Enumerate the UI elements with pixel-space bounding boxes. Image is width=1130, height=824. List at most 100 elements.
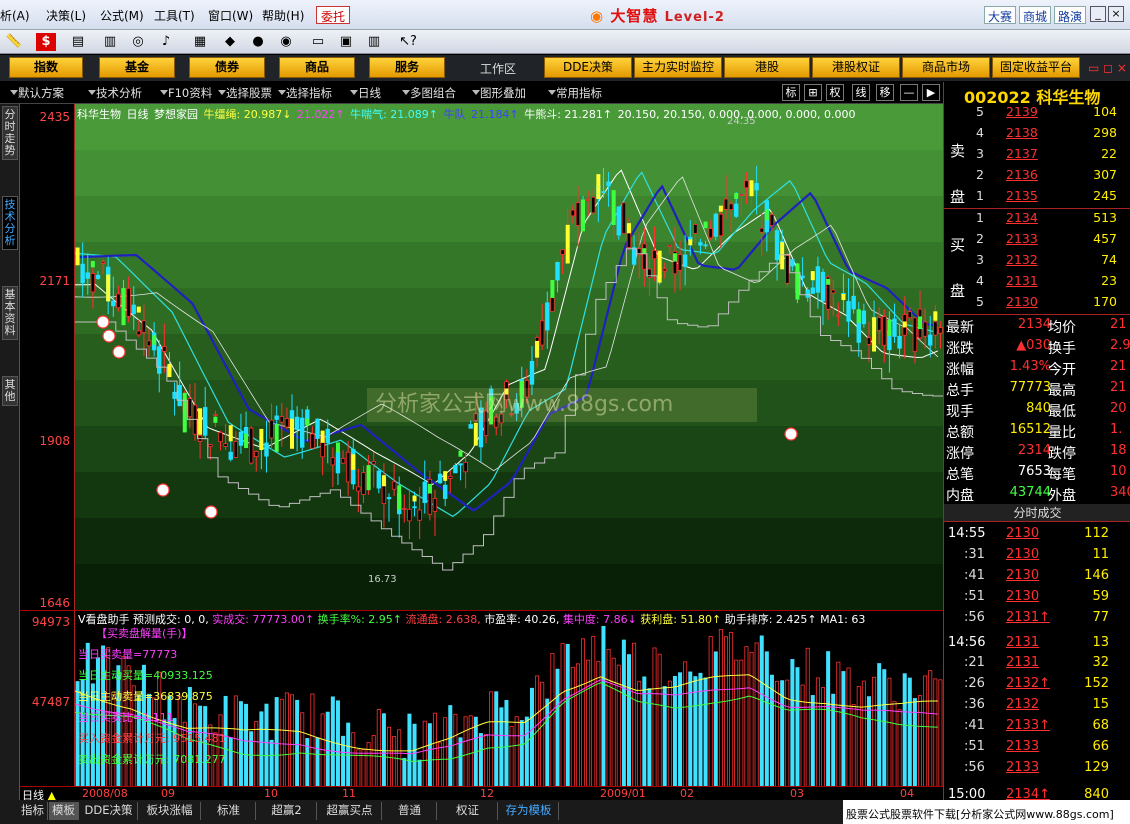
- quote-row: 涨跌 ▲030换手 2.95: [944, 338, 1130, 358]
- zoom-out-icon[interactable]: —: [900, 84, 918, 101]
- bid-volume: 513: [1093, 210, 1117, 225]
- volume-bar: [249, 731, 254, 786]
- btab-dde[interactable]: DDE决策: [80, 802, 138, 820]
- tick-price: 2133↑: [1006, 718, 1050, 734]
- btab-sector[interactable]: 板块涨幅: [139, 802, 201, 820]
- cat-index[interactable]: 指数: [9, 57, 83, 78]
- mode-grid[interactable]: ⊞: [804, 84, 822, 101]
- candle-body: [136, 330, 142, 336]
- tab-intraday[interactable]: 分时走势: [2, 106, 18, 160]
- candle-body: [100, 261, 106, 264]
- volume-bar: [662, 686, 667, 786]
- btab-chaoying-buy[interactable]: 超赢买点: [318, 802, 382, 820]
- restore-icon[interactable]: ▭ ◻ ×: [1088, 61, 1127, 75]
- sub-daily[interactable]: 日线: [350, 85, 381, 101]
- close-icon[interactable]: ×: [1108, 6, 1124, 22]
- candle-body: [734, 203, 739, 217]
- sub-common-indicators[interactable]: 常用指标: [548, 85, 602, 101]
- menu-window[interactable]: 窗口(W): [208, 7, 253, 24]
- bid-row: 3 2132 74: [944, 252, 1130, 272]
- bid-book: 买盘 1 2134 513 2 2133 457 3 2132 74 4 2131 23 5 2130 17…: [944, 210, 1130, 315]
- bell-icon[interactable]: ♪: [156, 33, 176, 51]
- sub-default-scheme[interactable]: 默认方案: [10, 85, 64, 101]
- volume-bar: [902, 673, 907, 786]
- work-dde[interactable]: DDE决策: [544, 57, 632, 78]
- volume-bar: [657, 653, 662, 786]
- price-chart[interactable]: 2435 2171 1908 1646 分析家公式网www.88gs.com 1…: [20, 104, 943, 610]
- dollar-icon[interactable]: $: [36, 33, 56, 51]
- ruler-icon[interactable]: 📏: [4, 33, 24, 51]
- menu-tools[interactable]: 工具(T): [154, 7, 195, 24]
- diamond-icon[interactable]: ◆: [220, 33, 240, 51]
- btab-chaoying2[interactable]: 超赢2: [257, 802, 317, 820]
- volume-panel[interactable]: 94973 47487 V看盘助手 预测成交: 0, 0, 实成交: 77773…: [20, 610, 943, 786]
- btab-save-template[interactable]: 存为模板: [499, 802, 559, 820]
- tab-fundamental[interactable]: 基本资料: [2, 286, 18, 340]
- binoculars-icon[interactable]: ◎: [128, 33, 148, 51]
- mode-line[interactable]: 线: [852, 84, 870, 101]
- y-label: 1908: [39, 434, 70, 448]
- sub-select-indicator[interactable]: 选择指标: [278, 85, 332, 101]
- circle-icon[interactable]: ●: [248, 33, 268, 51]
- smiley-icon: [784, 427, 798, 441]
- books-icon[interactable]: ▥: [364, 33, 384, 51]
- tab-technical[interactable]: 技术分析: [2, 196, 18, 250]
- volume-bar: [116, 665, 121, 786]
- menu-analysis[interactable]: 析(A): [0, 7, 30, 24]
- cat-commodity[interactable]: 商品: [279, 57, 355, 78]
- mall-button[interactable]: 商城: [1019, 6, 1052, 24]
- tab-other[interactable]: 其他: [2, 376, 18, 406]
- cat-bond[interactable]: 债券: [189, 57, 265, 78]
- work-hk-warrant[interactable]: 港股权证: [812, 57, 900, 78]
- bars-icon[interactable]: ▥: [100, 33, 120, 51]
- work-hk[interactable]: 港股: [724, 57, 810, 78]
- quote-row: 总手 77773 最高 21: [944, 380, 1130, 400]
- menu-formula[interactable]: 公式(M): [100, 7, 144, 24]
- candle-body: [713, 213, 718, 237]
- menu-help[interactable]: 帮助(H): [262, 7, 304, 24]
- cat-fund[interactable]: 基金: [99, 57, 175, 78]
- note-icon[interactable]: ▭: [308, 33, 328, 51]
- mode-mark[interactable]: 标: [782, 84, 800, 101]
- sub-select-stock[interactable]: 选择股票: [218, 85, 272, 101]
- contest-button[interactable]: 大赛: [984, 6, 1017, 24]
- bid-volume: 23: [1101, 273, 1117, 288]
- btab-normal[interactable]: 普通: [383, 802, 437, 820]
- cat-service[interactable]: 服务: [369, 57, 445, 78]
- candle-body: [606, 181, 611, 187]
- btab-template[interactable]: 模板: [49, 802, 79, 820]
- candle-body: [728, 203, 734, 210]
- work-monitor[interactable]: 主力实时监控: [634, 57, 722, 78]
- volume-header-item: 助手排序: 2.425↑: [724, 613, 821, 626]
- candle-body: [95, 274, 101, 279]
- mode-rights[interactable]: 权: [826, 84, 844, 101]
- sub-multi-chart[interactable]: 多图组合: [402, 85, 456, 101]
- sub-overlay[interactable]: 图形叠加: [472, 85, 526, 101]
- btab-indicator[interactable]: 指标: [18, 802, 48, 820]
- quote-value: 2314: [1017, 443, 1051, 458]
- blue-circle-icon[interactable]: ◉: [276, 33, 296, 51]
- work-commodity[interactable]: 商品市场: [902, 57, 990, 78]
- order-button[interactable]: 委托: [316, 6, 351, 24]
- btab-standard[interactable]: 标准: [202, 802, 256, 820]
- window-icon[interactable]: ▣: [336, 33, 356, 51]
- candle-body: [575, 202, 581, 226]
- sub-tech-analysis[interactable]: 技术分析: [88, 85, 142, 101]
- bid-level: 1: [976, 210, 984, 225]
- minimize-icon[interactable]: _: [1090, 6, 1106, 22]
- help-pointer-icon[interactable]: ↖?: [398, 33, 418, 51]
- footer-banner[interactable]: 股票公式股票软件下载[分析家公式网www.88gs.com]: [843, 800, 1130, 824]
- news-icon[interactable]: ▦: [190, 33, 210, 51]
- volume-bar: [815, 677, 820, 786]
- work-fixed-income[interactable]: 固定收益平台: [992, 57, 1080, 78]
- roadshow-button[interactable]: 路演: [1054, 6, 1087, 24]
- next-icon[interactable]: ▶: [922, 84, 940, 101]
- list-icon[interactable]: ▤: [68, 33, 88, 51]
- tick-volume: 32: [1092, 655, 1109, 671]
- menu-decision[interactable]: 决策(L): [46, 7, 86, 24]
- background-band: [75, 334, 943, 381]
- sub-f10[interactable]: F10资料: [159, 85, 212, 101]
- btab-warrant[interactable]: 权证: [438, 802, 498, 820]
- mode-move[interactable]: 移: [876, 84, 894, 101]
- ask-row: 5 2139 104: [944, 104, 1130, 124]
